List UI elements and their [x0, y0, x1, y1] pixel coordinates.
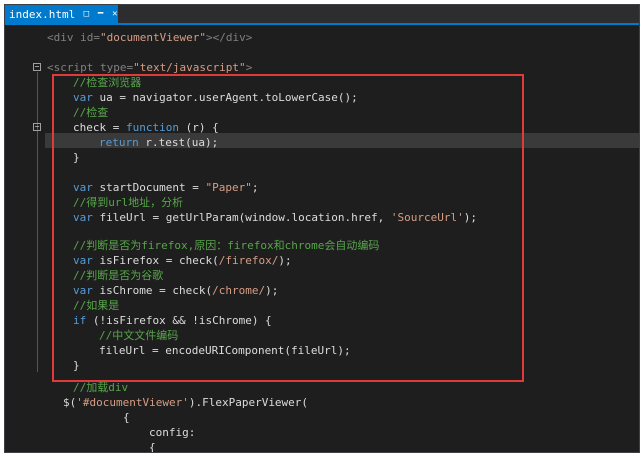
fold-toggle-icon[interactable]: −	[33, 123, 41, 131]
fold-toggle-icon[interactable]: −	[33, 63, 41, 71]
code-line-23: {	[123, 411, 130, 424]
tab-title: index.html	[9, 7, 76, 21]
code-line-21: //加载div	[73, 381, 129, 394]
code-line-25: {	[149, 441, 156, 453]
code-line-22: $('#documentViewer').FlexPaperViewer(	[63, 396, 309, 409]
code-line-1: <div id="documentViewer"></div>	[47, 31, 253, 44]
code-line-2: <script type="text/javascript">	[47, 61, 253, 74]
code-line-24: config:	[149, 426, 196, 439]
pin-icon[interactable]: ━	[97, 9, 103, 19]
tab-index-html[interactable]: index.html □ ━ ✕	[5, 5, 118, 23]
fold-guide	[37, 132, 38, 152]
annotation-highlight-box	[52, 74, 524, 382]
tab-strip: index.html □ ━ ✕	[5, 5, 639, 25]
close-icon[interactable]: ✕	[112, 9, 118, 19]
lock-icon: □	[83, 9, 90, 19]
editor-window: index.html □ ━ ✕ − − <div id="documentVi…	[4, 4, 640, 453]
fold-guide	[37, 72, 38, 372]
gutter: − −	[5, 25, 43, 452]
